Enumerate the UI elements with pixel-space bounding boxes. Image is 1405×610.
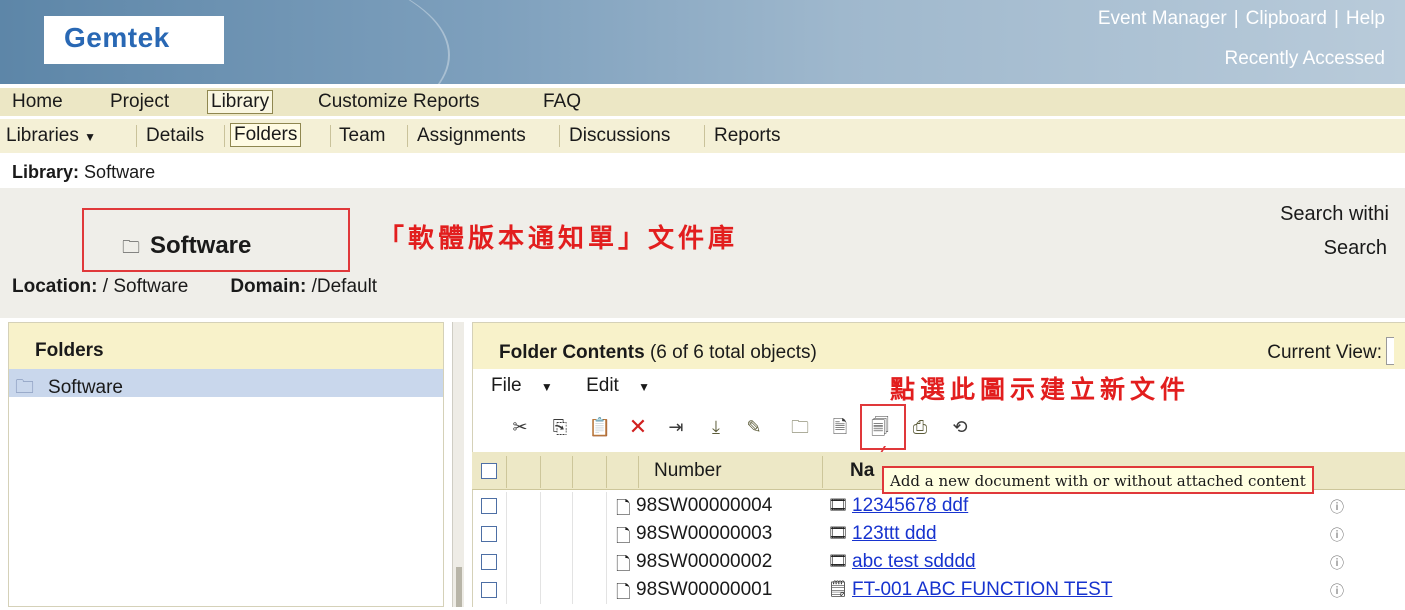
import-icon[interactable]: ⟲ bbox=[947, 413, 973, 441]
utility-links: Event Manager | Clipboard | Help bbox=[1097, 8, 1385, 29]
tab-details[interactable]: Details bbox=[146, 125, 204, 147]
location-line: Location: / Software Domain: /Default bbox=[12, 276, 378, 297]
page-title: 🗀 Software bbox=[122, 232, 252, 259]
info-icon[interactable]: ⓘ bbox=[1330, 553, 1344, 573]
tab-assignments[interactable]: Assignments bbox=[417, 125, 526, 147]
row-name-link[interactable]: FT-001 ABC FUNCTION TEST bbox=[852, 579, 1112, 601]
nav-faq[interactable]: FAQ bbox=[543, 91, 581, 113]
chevron-down-icon: ▼ bbox=[638, 380, 650, 394]
nav-library[interactable]: Library bbox=[207, 90, 274, 114]
row-name-link[interactable]: 123ttt ddd bbox=[852, 523, 937, 545]
file-menu[interactable]: File ▼ bbox=[491, 375, 567, 396]
table-row[interactable]: 🗋 98SW00000003 🎞 123ttt ddd ⓘ bbox=[472, 520, 1405, 548]
move-icon[interactable]: ⇥ bbox=[663, 413, 689, 441]
film-document-icon: 🎞 bbox=[828, 525, 849, 542]
row-number: 98SW00000001 bbox=[636, 579, 773, 600]
chevron-down-icon: ▼ bbox=[540, 380, 553, 394]
film-document-icon: 🎞 bbox=[828, 497, 849, 514]
column-header-number[interactable]: Number bbox=[654, 460, 722, 482]
copy-icon[interactable]: ⎘ bbox=[547, 413, 573, 441]
info-icon[interactable]: ⓘ bbox=[1330, 581, 1344, 601]
folder-tree-icon: 🗀 bbox=[15, 377, 35, 398]
icon-annotation: 點選此圖示建立新文件 bbox=[890, 375, 1191, 404]
row-checkbox[interactable] bbox=[481, 526, 497, 542]
sub-nav: Libraries ▼ Details Folders Team Assignm… bbox=[0, 119, 1405, 153]
rename-icon[interactable]: ✎ bbox=[741, 413, 767, 441]
recently-accessed-link[interactable]: Recently Accessed bbox=[1224, 48, 1385, 70]
table-row[interactable]: 🗋 98SW00000002 🎞 abc test sdddd ⓘ bbox=[472, 548, 1405, 576]
row-number: 98SW00000003 bbox=[636, 523, 773, 544]
nav-customize-reports[interactable]: Customize Reports bbox=[318, 91, 480, 113]
gemtek-logo: Gemtek bbox=[64, 22, 170, 53]
splitter-grip[interactable] bbox=[456, 567, 462, 607]
search-link[interactable]: Search bbox=[1324, 237, 1387, 260]
tooltip: Add a new document with or without attac… bbox=[882, 466, 1314, 494]
panel-splitter[interactable] bbox=[452, 322, 464, 607]
tab-discussions[interactable]: Discussions bbox=[569, 125, 670, 147]
nav-project[interactable]: Project bbox=[110, 91, 169, 113]
row-name-link[interactable]: abc test sdddd bbox=[852, 551, 976, 573]
folder-tree-item-software[interactable]: 🗀 Software bbox=[9, 369, 443, 398]
library-annotation: 「軟體版本通知單」文件庫 bbox=[378, 224, 739, 254]
delete-icon[interactable]: ✕ bbox=[625, 413, 651, 441]
help-link[interactable]: Help bbox=[1346, 8, 1385, 29]
annotation-box-icon bbox=[860, 404, 906, 450]
clipboard-link[interactable]: Clipboard bbox=[1246, 8, 1327, 29]
edit-menu[interactable]: Edit ▼ bbox=[586, 375, 664, 396]
folders-header: Folders bbox=[9, 323, 443, 369]
column-header-name[interactable]: Na bbox=[850, 460, 874, 482]
text-document-icon: 🗒 bbox=[828, 581, 849, 598]
select-all-checkbox[interactable] bbox=[481, 463, 497, 479]
new-document-icon[interactable]: 🗎 bbox=[827, 413, 853, 441]
nav-home[interactable]: Home bbox=[12, 91, 63, 113]
row-checkbox[interactable] bbox=[481, 554, 497, 570]
new-part-icon[interactable]: ⎙ bbox=[907, 413, 933, 441]
top-nav: Home Project Library Customize Reports F… bbox=[0, 88, 1405, 116]
tab-libraries[interactable]: Libraries ▼ bbox=[6, 125, 96, 147]
library-breadcrumb: Library: Software bbox=[12, 162, 156, 182]
folders-panel: Folders 🗀 Software bbox=[8, 322, 444, 607]
table-row[interactable]: 🗋 98SW00000001 🗒 FT-001 ABC FUNCTION TES… bbox=[472, 576, 1405, 604]
menu-bar: File ▼ Edit ▼ bbox=[491, 375, 678, 397]
folder-contents-header: Folder Contents (6 of 6 total objects) C… bbox=[473, 323, 1405, 369]
tab-folders[interactable]: Folders bbox=[230, 123, 302, 147]
current-view-select[interactable] bbox=[1386, 337, 1394, 365]
row-number: 98SW00000004 bbox=[636, 495, 773, 516]
row-number: 98SW00000002 bbox=[636, 551, 773, 572]
current-view-label: Current View: bbox=[1267, 342, 1382, 363]
chevron-down-icon: ▼ bbox=[84, 130, 97, 144]
search-within-label: Search withi bbox=[1280, 203, 1389, 225]
row-checkbox[interactable] bbox=[481, 498, 497, 514]
tab-team[interactable]: Team bbox=[339, 125, 385, 147]
event-manager-link[interactable]: Event Manager bbox=[1098, 8, 1227, 29]
folder-icon: 🗀 bbox=[122, 237, 140, 257]
row-checkbox[interactable] bbox=[481, 582, 497, 598]
app-header: Gemtek Event Manager | Clipboard | Help Rece… bbox=[0, 0, 1405, 84]
info-icon[interactable]: ⓘ bbox=[1330, 497, 1344, 517]
check-in-icon[interactable]: ⤓ bbox=[703, 413, 729, 441]
tab-reports[interactable]: Reports bbox=[714, 125, 781, 147]
document-icon: 🗋 bbox=[616, 582, 631, 602]
cut-icon[interactable]: ✂ bbox=[507, 413, 533, 441]
info-icon[interactable]: ⓘ bbox=[1330, 525, 1344, 545]
new-folder-icon[interactable]: 🗀 bbox=[787, 413, 813, 441]
paste-icon[interactable]: 📋 bbox=[587, 413, 613, 441]
film-document-icon: 🎞 bbox=[828, 553, 849, 570]
row-name-link[interactable]: 12345678 ddf bbox=[852, 495, 968, 517]
table-row[interactable]: 🗋 98SW00000004 🎞 12345678 ddf ⓘ bbox=[472, 492, 1405, 520]
